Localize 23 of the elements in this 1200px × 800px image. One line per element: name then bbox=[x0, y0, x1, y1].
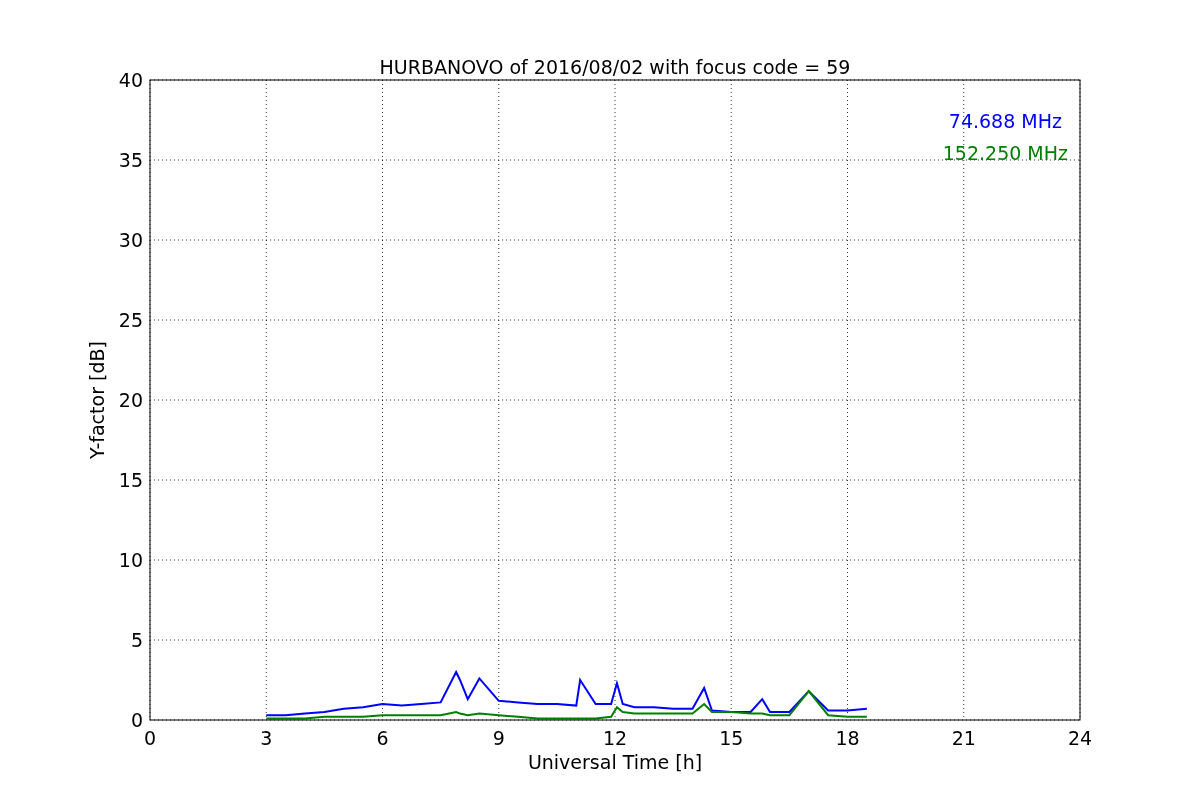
x-tick-label: 21 bbox=[951, 727, 976, 749]
y-tick-label: 40 bbox=[118, 69, 143, 91]
y-tick-label: 0 bbox=[130, 709, 143, 731]
chart-title: HURBANOVO of 2016/08/02 with focus code = 59 bbox=[379, 56, 851, 78]
x-tick-label: 12 bbox=[602, 727, 628, 749]
y-tick-label: 25 bbox=[118, 309, 143, 331]
x-tick-label: 6 bbox=[376, 727, 389, 749]
legend-label: 152.250 MHz bbox=[942, 142, 1068, 164]
x-tick-label: 15 bbox=[719, 727, 744, 749]
x-axis-label: Universal Time [h] bbox=[527, 751, 703, 773]
x-tick-label: 0 bbox=[143, 727, 157, 749]
x-tick-label: 24 bbox=[1067, 727, 1093, 749]
legend-label: 74.688 MHz bbox=[948, 110, 1062, 132]
y-tick-label: 20 bbox=[118, 389, 143, 411]
x-tick-label: 9 bbox=[492, 727, 505, 749]
y-tick-label: 10 bbox=[118, 549, 143, 571]
y-tick-label: 30 bbox=[118, 229, 143, 251]
x-tick-label: 3 bbox=[260, 727, 273, 749]
x-tick-label: 18 bbox=[835, 727, 860, 749]
y-tick-label: 35 bbox=[118, 149, 143, 171]
y-axis-label: Y-factor [dB] bbox=[86, 341, 108, 459]
y-tick-label: 15 bbox=[118, 469, 143, 491]
y-tick-label: 5 bbox=[130, 629, 143, 651]
